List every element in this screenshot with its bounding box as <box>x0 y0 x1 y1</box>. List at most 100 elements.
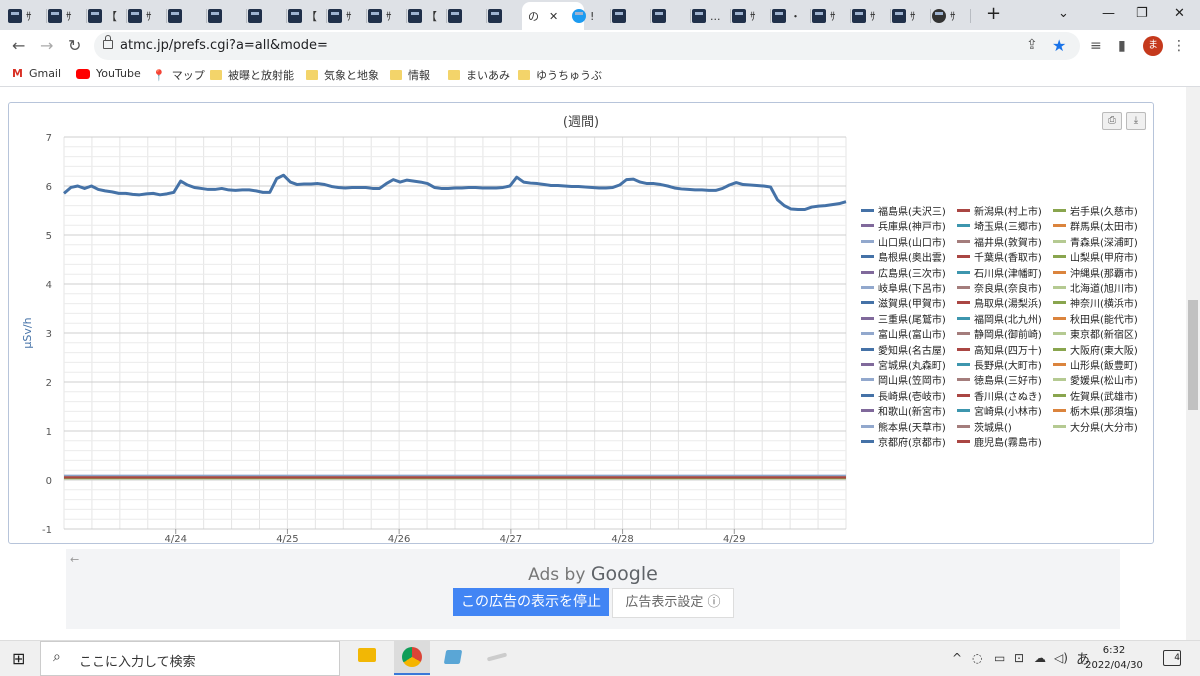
legend-item[interactable]: 三重県(尾鷲市) <box>861 311 946 326</box>
legend-item[interactable]: 長野県(大町市) <box>957 357 1042 372</box>
browser-tab[interactable]: ... <box>692 4 731 28</box>
reading-list-icon[interactable]: ≡ <box>1090 38 1102 54</box>
onedrive-icon[interactable]: ☁ <box>1034 651 1046 665</box>
legend-item[interactable]: 島根県(奥出雲) <box>861 249 946 264</box>
browser-tab[interactable] <box>652 4 691 28</box>
legend-item[interactable]: 富山県(富山市) <box>861 326 946 341</box>
browser-tab[interactable]: ｻ <box>368 4 407 28</box>
meet-now-icon[interactable]: ◌ <box>972 651 982 665</box>
bookmark-item[interactable]: YouTube <box>76 67 141 80</box>
legend-item[interactable]: 沖縄県(那覇市) <box>1053 265 1138 280</box>
legend-item[interactable]: 福岡県(北九州) <box>957 311 1042 326</box>
address-bar[interactable]: atmc.jp/prefs.cgi?a=all&mode= ⇪ ★ <box>94 32 1080 60</box>
bookmark-item[interactable]: 気象と地象 <box>306 67 379 83</box>
maximize-icon[interactable]: ❐ <box>1136 6 1148 21</box>
legend-item[interactable]: 愛媛県(松山市) <box>1053 372 1138 387</box>
side-panel-icon[interactable]: ▮ <box>1118 38 1126 54</box>
notification-center-icon[interactable]: 4 <box>1163 650 1181 666</box>
minimize-icon[interactable]: — <box>1102 6 1115 21</box>
stop-ad-button[interactable]: この広告の表示を停止 <box>453 588 609 616</box>
pen-icon[interactable] <box>486 652 508 662</box>
legend-item[interactable]: 福井県(敦賀市) <box>957 234 1042 249</box>
browser-tab[interactable]: ｻ <box>128 4 167 28</box>
bookmark-item[interactable]: 情報 <box>390 67 430 83</box>
legend-item[interactable]: 茨城県() <box>957 419 1012 434</box>
browser-tab[interactable]: ｻ <box>892 4 931 28</box>
browser-tab[interactable]: ｻ <box>852 4 891 28</box>
browser-tab[interactable]: ｻ <box>932 4 971 28</box>
browser-tab[interactable] <box>248 4 287 28</box>
windows-start-icon[interactable]: ⊞ <box>12 649 25 668</box>
reload-icon[interactable]: ↻ <box>68 36 81 55</box>
browser-tab[interactable]: ｻ <box>328 4 367 28</box>
battery-icon[interactable]: ▭ <box>994 651 1005 665</box>
browser-tab[interactable] <box>448 4 487 28</box>
chrome-icon[interactable] <box>402 647 422 667</box>
legend-item[interactable]: 埼玉県(三郷市) <box>957 218 1042 233</box>
legend-item[interactable]: 新潟県(村上市) <box>957 203 1042 218</box>
browser-tab[interactable] <box>612 4 651 28</box>
bookmark-item[interactable]: 📍 マップ <box>152 67 205 83</box>
browser-tab[interactable]: ! <box>572 4 611 28</box>
legend-item[interactable]: 長崎県(壱岐市) <box>861 388 946 403</box>
legend-item[interactable]: 香川県(さぬき) <box>957 388 1042 403</box>
browser-tab[interactable]: 【 <box>88 4 127 28</box>
legend-item[interactable]: 宮崎県(小林市) <box>957 403 1042 418</box>
legend-item[interactable]: 秋田県(能代市) <box>1053 311 1138 326</box>
legend-item[interactable]: 鹿児島(霧島市) <box>957 434 1042 449</box>
legend-item[interactable]: 石川県(津幡町) <box>957 265 1042 280</box>
legend-item[interactable]: 神奈川(横浜市) <box>1053 295 1138 310</box>
legend-item[interactable]: 宮城県(丸森町) <box>861 357 946 372</box>
legend-item[interactable]: 岐阜県(下呂市) <box>861 280 946 295</box>
tray-expand-icon[interactable]: ^ <box>952 651 962 665</box>
legend-item[interactable]: 滋賀県(甲賀市) <box>861 295 946 310</box>
legend-item[interactable]: 鳥取県(湯梨浜) <box>957 295 1042 310</box>
scrollbar-thumb[interactable] <box>1188 300 1198 410</box>
bookmark-item[interactable]: ゆうちゅうぶ <box>518 67 602 83</box>
legend-item[interactable]: 東京都(新宿区) <box>1053 326 1138 341</box>
legend-item[interactable]: 広島県(三次市) <box>861 265 946 280</box>
legend-item[interactable]: 兵庫県(神戸市) <box>861 218 946 233</box>
legend-item[interactable]: 熊本県(天草市) <box>861 419 946 434</box>
ad-settings-button[interactable]: 広告表示設定 ⓘ <box>612 588 734 618</box>
taskbar-search[interactable]: ⌕ ここに入力して検索 <box>40 641 340 676</box>
taskbar-search-placeholder[interactable]: ここに入力して検索 <box>79 651 196 670</box>
browser-tab[interactable] <box>488 4 527 28</box>
legend-item[interactable]: 佐賀県(武雄市) <box>1053 388 1138 403</box>
close-tab-icon[interactable]: ✕ <box>549 10 558 23</box>
legend-item[interactable]: 大分県(大分市) <box>1053 419 1138 434</box>
browser-tab[interactable]: ｻ <box>48 4 87 28</box>
browser-tab[interactable] <box>168 4 207 28</box>
bookmark-item[interactable]: M Gmail <box>12 67 61 80</box>
legend-item[interactable]: 京都府(京都市) <box>861 434 946 449</box>
legend-item[interactable]: 群馬県(太田市) <box>1053 218 1138 233</box>
legend-item[interactable]: 岩手県(久慈市) <box>1053 203 1138 218</box>
legend-item[interactable]: 山形県(飯豊町) <box>1053 357 1138 372</box>
legend-item[interactable]: 北海道(旭川市) <box>1053 280 1138 295</box>
bookmark-item[interactable]: まいあみ <box>448 67 510 83</box>
legend-item[interactable]: 愛知県(名古屋) <box>861 342 946 357</box>
bookmark-item[interactable]: 被曝と放射能 <box>210 67 294 83</box>
legend-item[interactable]: 岡山県(笠岡市) <box>861 372 946 387</box>
legend-item[interactable]: 和歌山(新宮市) <box>861 403 946 418</box>
browser-tab[interactable]: ｻ <box>8 4 47 28</box>
profile-avatar[interactable]: ま <box>1143 36 1163 56</box>
legend-item[interactable]: 奈良県(奈良市) <box>957 280 1042 295</box>
browser-tab[interactable]: ・ <box>772 4 811 28</box>
notepad-icon[interactable] <box>443 650 463 664</box>
browser-tab[interactable] <box>208 4 247 28</box>
close-window-icon[interactable]: ✕ <box>1174 6 1185 21</box>
legend-item[interactable]: 大阪府(東大阪) <box>1053 342 1138 357</box>
back-icon[interactable]: ← <box>12 36 25 55</box>
legend-item[interactable]: 福島県(夫沢三) <box>861 203 946 218</box>
legend-item[interactable]: 青森県(深浦町) <box>1053 234 1138 249</box>
browser-tab[interactable]: ｻ <box>732 4 771 28</box>
tab-search-icon[interactable]: ⌄ <box>1058 6 1069 21</box>
lock-icon[interactable] <box>103 35 113 49</box>
menu-icon[interactable]: ⋮ <box>1172 38 1186 54</box>
taskbar-clock[interactable]: 6:32 2022/04/30 <box>1084 643 1144 673</box>
legend-item[interactable]: 山口県(山口市) <box>861 234 946 249</box>
network-icon[interactable]: ⊡ <box>1014 651 1024 665</box>
legend-item[interactable]: 徳島県(三好市) <box>957 372 1042 387</box>
browser-tab[interactable]: ｻ <box>812 4 851 28</box>
